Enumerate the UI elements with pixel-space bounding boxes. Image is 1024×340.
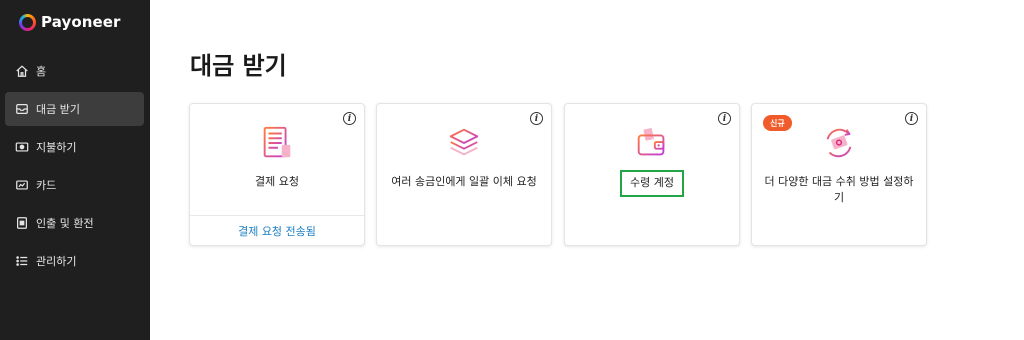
card-icon (14, 177, 30, 193)
sidebar-item-label: 홈 (36, 65, 47, 78)
home-icon (14, 63, 30, 79)
list-icon (14, 253, 30, 269)
logo-text: Payoneer (41, 13, 121, 31)
payoneer-logo[interactable]: Payoneer (19, 11, 121, 33)
sidebar: Payoneer 홈 대금 받기 지불하기 카드 인출 및 환전 관리하기 (0, 0, 150, 340)
stack-icon (449, 128, 479, 156)
logo-ring-icon (19, 13, 36, 31)
new-badge: 신규 (763, 115, 792, 131)
info-icon[interactable]: i (530, 112, 543, 125)
page-title: 대금 받기 (190, 52, 287, 80)
card-label: 결제 요청 (255, 175, 299, 188)
card-label: 더 다양한 대금 수취 방법 설정하기 (764, 175, 914, 204)
info-icon[interactable]: i (905, 112, 918, 125)
sidebar-item-home[interactable]: 홈 (5, 54, 144, 88)
sidebar-item-label: 대금 받기 (36, 103, 80, 116)
card-divider (190, 215, 364, 216)
inbox-icon (14, 101, 30, 117)
card-label: 수령 계정 (575, 170, 729, 197)
card-receiving-accounts[interactable]: i 수령 계정 (564, 103, 740, 246)
sidebar-item-label: 카드 (36, 179, 57, 192)
sidebar-item-withdraw[interactable]: 인출 및 환전 (5, 206, 144, 240)
sidebar-nav: 홈 대금 받기 지불하기 카드 인출 및 환전 관리하기 (5, 54, 144, 282)
info-icon[interactable]: i (343, 112, 356, 125)
withdraw-icon (14, 215, 30, 231)
card-payment-request[interactable]: i 결제 요청 결제 요청 전송됨 (189, 103, 365, 246)
highlight-box: 수령 계정 (620, 170, 684, 197)
sidebar-item-label: 인출 및 환전 (36, 217, 94, 230)
invoice-icon (263, 126, 291, 158)
money-exchange-icon (826, 128, 852, 158)
card-more-receive-methods[interactable]: 신규 i 더 다양한 대금 수취 방법 설정하기 (751, 103, 927, 246)
sidebar-item-receive[interactable]: 대금 받기 (5, 92, 144, 126)
payment-icon (14, 139, 30, 155)
info-icon[interactable]: i (718, 112, 731, 125)
sidebar-item-pay[interactable]: 지불하기 (5, 130, 144, 164)
sidebar-item-label: 관리하기 (36, 255, 77, 268)
card-label: 여러 송금인에게 일괄 이체 요청 (391, 175, 537, 188)
sidebar-item-card[interactable]: 카드 (5, 168, 144, 202)
sidebar-item-label: 지불하기 (36, 141, 77, 154)
wallet-icon (637, 128, 665, 156)
sidebar-item-manage[interactable]: 관리하기 (5, 244, 144, 278)
payment-request-sent-link[interactable]: 결제 요청 전송됨 (190, 223, 364, 239)
card-batch-transfer-request[interactable]: i 여러 송금인에게 일괄 이체 요청 (376, 103, 552, 246)
